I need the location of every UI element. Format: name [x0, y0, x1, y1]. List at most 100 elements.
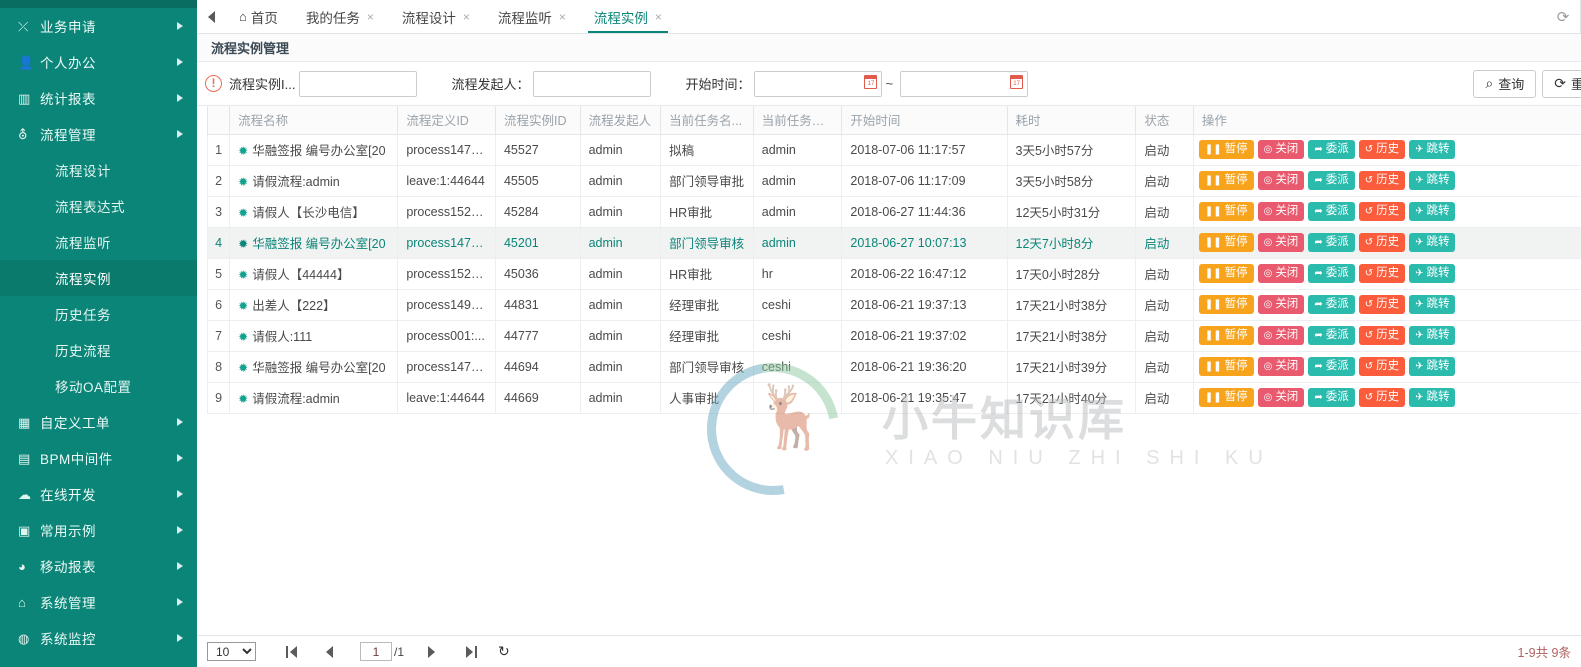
action-close-circle-button[interactable]: ◎ 关闭	[1257, 326, 1305, 345]
start-time-from-input[interactable]	[754, 70, 883, 97]
table-header-cell-3[interactable]: 流程实例ID	[494, 106, 581, 135]
action-close-circle-button[interactable]: ◎ 关闭	[1257, 388, 1305, 407]
action-history-button[interactable]: ↺ 历史	[1358, 388, 1406, 407]
action-history-button[interactable]: ↺ 历史	[1358, 171, 1406, 190]
tab-2[interactable]: 流程设计 ×	[388, 0, 484, 33]
action-history-button[interactable]: ↺ 历史	[1358, 295, 1406, 314]
last-page-button[interactable]	[458, 641, 484, 663]
sidebar-item-18[interactable]: 💬消息中心	[0, 656, 197, 667]
sidebar-subitem-5[interactable]: 流程表达式	[0, 188, 197, 224]
sidebar-item-1[interactable]: 👤 个人办公	[0, 44, 197, 80]
action-close-circle-button[interactable]: ◎ 关闭	[1257, 171, 1305, 190]
action-close-circle-button[interactable]: ◎ 关闭	[1257, 233, 1305, 252]
pagination-refresh-button[interactable]: ↻	[498, 643, 510, 660]
action-pause-button[interactable]: ❚❚ 暂停	[1198, 295, 1254, 314]
action-pause-button[interactable]: ❚❚ 暂停	[1198, 202, 1254, 221]
tabs-refresh-button[interactable]: ⟳	[1546, 0, 1580, 34]
sidebar-item-13[interactable]: ☁ 在线开发	[0, 476, 197, 512]
action-close-circle-button[interactable]: ◎ 关闭	[1257, 202, 1305, 221]
start-time-to-input[interactable]	[900, 70, 1029, 97]
action-share-button[interactable]: ➦ 委派	[1308, 295, 1355, 314]
table-row[interactable]: 7 ✹ 请假人:111 process001:... 44777 admin 经理审批 ces…	[206, 319, 1581, 352]
tab-1[interactable]: 我的任务 ×	[292, 0, 388, 33]
sidebar-subitem-6[interactable]: 流程监听	[0, 224, 197, 260]
action-share-button[interactable]: ➦ 委派	[1308, 357, 1355, 376]
action-share-button[interactable]: ➦ 委派	[1308, 202, 1355, 221]
table-row[interactable]: 5 ✹ 请假人【44444】 process1529... 45036 admin HR审批…	[206, 257, 1581, 290]
action-share-button[interactable]: ➦ 委派	[1308, 233, 1355, 252]
tab-3[interactable]: 流程监听 ×	[484, 0, 580, 33]
action-pause-button[interactable]: ❚❚ 暂停	[1198, 264, 1254, 283]
action-jump-button[interactable]: ✈ 跳转	[1409, 357, 1456, 376]
action-jump-button[interactable]: ✈ 跳转	[1409, 264, 1456, 283]
action-share-button[interactable]: ➦ 委派	[1308, 388, 1355, 407]
prev-page-button[interactable]	[316, 641, 342, 663]
action-jump-button[interactable]: ✈ 跳转	[1409, 295, 1456, 314]
sidebar-item-3[interactable]: ⛢ 流程管理	[0, 116, 197, 152]
table-row[interactable]: 3 ✹ 请假人【长沙电信】 process1529... 45284 admin HR审批 a…	[206, 195, 1581, 228]
table-header-cell-6[interactable]: 当前任务处...	[752, 106, 843, 135]
sidebar-subitem-4[interactable]: 流程设计	[0, 152, 197, 188]
action-share-button[interactable]: ➦ 委派	[1308, 171, 1355, 190]
table-row[interactable]: 1 ✹ 华融签报 编号办公室[20 process1479... 45527 admin 拟…	[206, 133, 1581, 166]
action-jump-button[interactable]: ✈ 跳转	[1409, 171, 1456, 190]
sidebar-item-2[interactable]: ▥ 统计报表	[0, 80, 197, 116]
table-header-cell-4[interactable]: 流程发起人	[579, 106, 662, 135]
action-history-button[interactable]: ↺ 历史	[1358, 357, 1406, 376]
action-jump-button[interactable]: ✈ 跳转	[1409, 140, 1456, 159]
sidebar-item-11[interactable]: ▦ 自定义工单	[0, 404, 197, 440]
next-page-button[interactable]	[418, 641, 444, 663]
table-header-cell-1[interactable]: 流程名称	[229, 106, 399, 135]
table-header-cell-8[interactable]: 耗时	[1006, 106, 1137, 135]
table-row[interactable]: 6 ✹ 出差人【222】 process1496... 44831 admin 经理审批 ce…	[206, 288, 1581, 321]
table-header-cell-5[interactable]: 当前任务名...	[660, 106, 754, 135]
table-row[interactable]: 2 ✹ 请假流程:admin leave:1:44644 45505 admin 部门领导审…	[206, 164, 1581, 197]
first-page-button[interactable]	[278, 641, 304, 663]
action-pause-button[interactable]: ❚❚ 暂停	[1198, 388, 1254, 407]
instance-id-input[interactable]	[299, 70, 418, 97]
sidebar-subitem-8[interactable]: 历史任务	[0, 296, 197, 332]
tab-close-icon[interactable]: ×	[367, 10, 374, 24]
action-share-button[interactable]: ➦ 委派	[1308, 326, 1355, 345]
action-pause-button[interactable]: ❚❚ 暂停	[1198, 326, 1254, 345]
tab-close-icon[interactable]: ×	[463, 10, 470, 24]
table-header-cell-2[interactable]: 流程定义ID	[397, 106, 496, 135]
sidebar-item-16[interactable]: ⌂ 系统管理	[0, 584, 197, 620]
tab-close-icon[interactable]: ×	[559, 10, 566, 24]
table-header-cell-9[interactable]: 状态	[1135, 106, 1194, 135]
action-share-button[interactable]: ➦ 委派	[1308, 140, 1355, 159]
action-jump-button[interactable]: ✈ 跳转	[1409, 233, 1456, 252]
initiator-input[interactable]	[533, 70, 652, 97]
page-number-input[interactable]	[360, 642, 392, 661]
action-pause-button[interactable]: ❚❚ 暂停	[1198, 357, 1254, 376]
table-header-cell-0[interactable]	[206, 106, 231, 135]
reset-button[interactable]: ⟳ 重置	[1542, 69, 1581, 98]
table-row[interactable]: 8 ✹ 华融签报 编号办公室[20 process1479... 44694 admin 部…	[206, 350, 1581, 383]
action-jump-button[interactable]: ✈ 跳转	[1409, 388, 1456, 407]
tab-4[interactable]: 流程实例 ×	[580, 0, 676, 33]
action-history-button[interactable]: ↺ 历史	[1358, 326, 1406, 345]
action-pause-button[interactable]: ❚❚ 暂停	[1198, 171, 1254, 190]
action-jump-button[interactable]: ✈ 跳转	[1409, 326, 1456, 345]
table-header-cell-10[interactable]: 操作	[1192, 106, 1581, 135]
tab-close-icon[interactable]: ×	[655, 10, 662, 24]
action-share-button[interactable]: ➦ 委派	[1308, 264, 1355, 283]
sidebar-subitem-7[interactable]: 流程实例	[0, 260, 197, 296]
action-history-button[interactable]: ↺ 历史	[1358, 202, 1406, 221]
page-size-select[interactable]: 102050100	[207, 642, 256, 661]
sidebar-item-17[interactable]: ◍ 系统监控	[0, 620, 197, 656]
search-button[interactable]: ⌕ 查询	[1473, 69, 1537, 98]
sidebar-subitem-10[interactable]: 移动OA配置	[0, 368, 197, 404]
action-jump-button[interactable]: ✈ 跳转	[1409, 202, 1456, 221]
sidebar-subitem-9[interactable]: 历史流程	[0, 332, 197, 368]
action-close-circle-button[interactable]: ◎ 关闭	[1257, 357, 1305, 376]
tab-0[interactable]: ⌂ 首页	[225, 0, 292, 33]
sidebar-item-14[interactable]: ▣ 常用示例	[0, 512, 197, 548]
action-pause-button[interactable]: ❚❚ 暂停	[1198, 140, 1254, 159]
action-close-circle-button[interactable]: ◎ 关闭	[1257, 264, 1305, 283]
table-row[interactable]: 9 ✹ 请假流程:admin leave:1:44644 44669 admin 人事审批 2…	[206, 381, 1581, 414]
action-pause-button[interactable]: ❚❚ 暂停	[1198, 233, 1254, 252]
action-close-circle-button[interactable]: ◎ 关闭	[1257, 295, 1305, 314]
sidebar-item-12[interactable]: ▤ BPM中间件	[0, 440, 197, 476]
action-history-button[interactable]: ↺ 历史	[1358, 264, 1406, 283]
